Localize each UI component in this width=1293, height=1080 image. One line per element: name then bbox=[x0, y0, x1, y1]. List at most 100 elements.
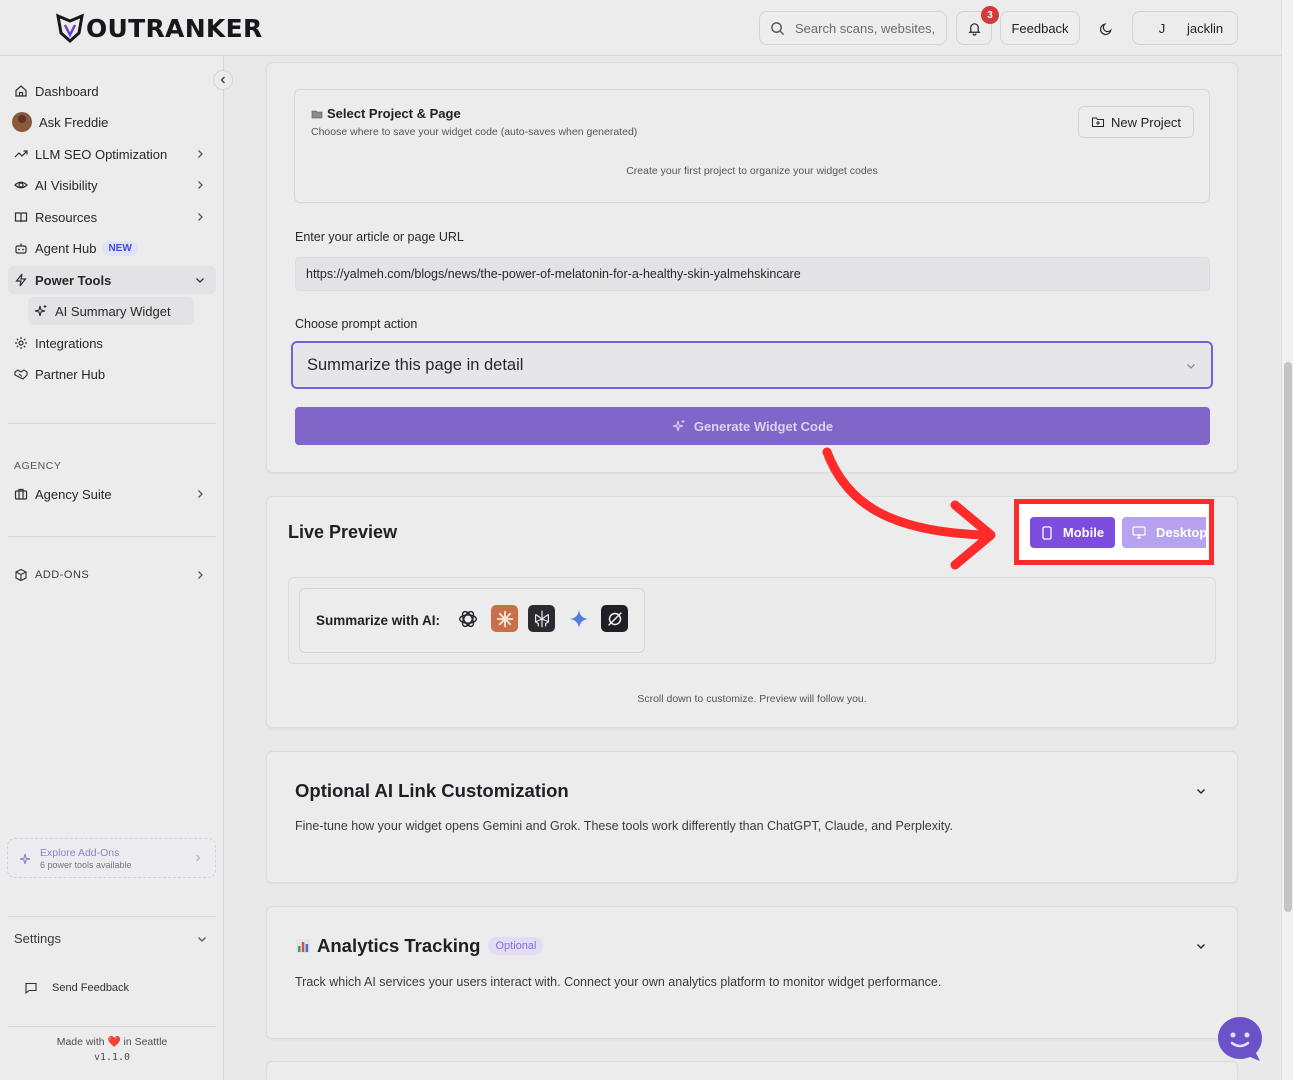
chevron-right-icon bbox=[198, 150, 203, 158]
chevron-down-icon[interactable] bbox=[1195, 940, 1207, 952]
chevron-right-icon bbox=[196, 854, 201, 862]
bot-icon bbox=[15, 243, 27, 254]
explore-title: Explore Add-Ons bbox=[40, 847, 120, 859]
monitor-icon bbox=[1132, 526, 1146, 539]
prompt-action-select[interactable]: Summarize this page in detail bbox=[291, 341, 1213, 389]
logo[interactable]: OUTRANKER bbox=[56, 12, 263, 44]
home-icon bbox=[15, 85, 27, 97]
perplexity-icon[interactable] bbox=[528, 605, 555, 632]
user-name: jacklin bbox=[1187, 20, 1224, 36]
sidebar-item-label: Integrations bbox=[35, 335, 103, 351]
chevron-right-icon bbox=[198, 181, 203, 189]
sidebar-item-integrations[interactable]: Integrations bbox=[8, 329, 216, 357]
user-menu-button[interactable]: J jacklin bbox=[1132, 11, 1238, 45]
made-with-text: Made with ❤️ in Seattle bbox=[56, 1036, 168, 1048]
notification-badge: 3 bbox=[981, 6, 999, 24]
sidebar-item-llm-seo[interactable]: LLM SEO Optimization bbox=[8, 140, 216, 168]
sparkle-icon bbox=[672, 420, 685, 432]
gear-icon bbox=[15, 337, 27, 349]
new-project-button[interactable]: New Project bbox=[1078, 106, 1194, 138]
bell-icon bbox=[967, 22, 981, 36]
sidebar-item-label: Agency Suite bbox=[35, 486, 112, 502]
bar-chart-icon bbox=[296, 939, 310, 953]
sidebar-item-ai-visibility[interactable]: AI Visibility bbox=[8, 171, 216, 199]
sidebar-item-agency-suite[interactable]: Agency Suite bbox=[8, 480, 216, 508]
prompt-field-label: Choose prompt action bbox=[295, 317, 418, 331]
user-avatar: J bbox=[1158, 20, 1166, 36]
message-icon bbox=[25, 982, 37, 995]
sidebar-collapse-button[interactable] bbox=[213, 70, 233, 90]
search-icon bbox=[771, 21, 785, 35]
gemini-icon[interactable] bbox=[565, 605, 592, 632]
theme-toggle-button[interactable] bbox=[1090, 11, 1122, 45]
chevron-down-icon bbox=[198, 937, 206, 942]
settings-toggle[interactable]: Settings bbox=[14, 931, 61, 946]
freddie-avatar bbox=[12, 112, 32, 132]
project-section-title: Select Project & Page bbox=[311, 106, 461, 121]
sidebar-item-label: LLM SEO Optimization bbox=[35, 146, 168, 162]
send-feedback-label: Send Feedback bbox=[52, 982, 130, 994]
chevron-left-icon bbox=[220, 76, 225, 84]
chat-widget-icon[interactable] bbox=[1216, 1015, 1264, 1063]
sidebar-item-label: AI Visibility bbox=[35, 177, 98, 193]
zap-icon bbox=[15, 273, 27, 287]
link-customization-title: Optional AI Link Customization bbox=[295, 780, 569, 801]
link-customization-description: Fine-tune how your widget opens Gemini a… bbox=[295, 819, 953, 833]
analytics-tracking-title: Analytics Tracking Optional bbox=[295, 935, 544, 957]
sparkle-icon bbox=[34, 305, 47, 317]
top-header: OUTRANKER 3 Feedback J jacklin bbox=[0, 0, 1281, 56]
analytics-tracking-description: Track which AI services your users inter… bbox=[295, 975, 942, 989]
claude-icon[interactable] bbox=[491, 605, 518, 632]
feedback-button[interactable]: Feedback bbox=[1000, 11, 1080, 45]
sidebar-item-partner-hub[interactable]: Partner Hub bbox=[8, 360, 216, 388]
sidebar-divider bbox=[8, 423, 216, 424]
chevron-down-icon[interactable] bbox=[1195, 785, 1207, 797]
scrollbar-thumb[interactable] bbox=[1284, 362, 1292, 912]
agency-section-label: AGENCY bbox=[14, 460, 62, 472]
desktop-preview-button[interactable]: Desktop bbox=[1122, 517, 1206, 548]
logo-text: OUTRANKER bbox=[86, 13, 263, 43]
project-section-subtitle: Choose where to save your widget code (a… bbox=[311, 126, 638, 138]
sidebar-item-label: AI Summary Widget bbox=[55, 303, 171, 319]
link-customization-card[interactable] bbox=[266, 751, 1238, 883]
addons-section-label: ADD-ONS bbox=[35, 569, 90, 581]
sidebar-item-ai-summary-widget[interactable]: AI Summary Widget bbox=[28, 297, 194, 325]
grok-icon[interactable] bbox=[601, 605, 628, 632]
folder-plus-icon bbox=[1091, 117, 1105, 128]
chevron-right-icon bbox=[198, 213, 203, 221]
explore-addons-card[interactable]: Explore Add-Ons 6 power tools available bbox=[7, 838, 216, 878]
sparkle-icon bbox=[19, 853, 31, 865]
eye-icon bbox=[14, 181, 28, 189]
url-field-label: Enter your article or page URL bbox=[295, 230, 464, 244]
sidebar-item-dashboard[interactable]: Dashboard bbox=[8, 77, 216, 105]
sidebar-divider bbox=[8, 916, 216, 917]
sidebar-item-ask-freddie[interactable]: Ask Freddie bbox=[8, 108, 216, 136]
search-box[interactable] bbox=[759, 11, 947, 45]
sidebar-item-resources[interactable]: Resources bbox=[8, 203, 216, 231]
prompt-action-value: Summarize this page in detail bbox=[307, 355, 524, 374]
sidebar-item-agent-hub[interactable]: Agent Hub NEW bbox=[8, 234, 216, 262]
sidebar-item-label: Resources bbox=[35, 209, 98, 225]
annotation-arrow bbox=[822, 447, 996, 570]
analytics-tracking-card[interactable] bbox=[266, 906, 1238, 1039]
generate-widget-code-button[interactable]: Generate Widget Code bbox=[295, 407, 1210, 445]
sidebar-item-addons[interactable]: ADD-ONS bbox=[8, 561, 216, 589]
next-section-card bbox=[266, 1061, 1238, 1080]
send-feedback-button[interactable]: Send Feedback bbox=[24, 981, 129, 995]
sidebar-item-label: Agent Hub bbox=[35, 240, 97, 256]
search-input[interactable] bbox=[795, 20, 940, 36]
chatgpt-icon[interactable] bbox=[454, 605, 481, 632]
new-badge: NEW bbox=[102, 240, 138, 256]
sidebar-item-power-tools[interactable]: Power Tools bbox=[8, 266, 216, 294]
sidebar-divider bbox=[8, 1026, 216, 1027]
mobile-preview-button[interactable]: Mobile bbox=[1030, 517, 1115, 548]
live-preview-title: Live Preview bbox=[288, 522, 398, 542]
page-scrollbar[interactable] bbox=[1281, 0, 1293, 1080]
smartphone-icon bbox=[1042, 525, 1052, 540]
url-input[interactable] bbox=[295, 257, 1210, 291]
summarize-widget: Summarize with AI: bbox=[299, 588, 645, 653]
briefcase-icon bbox=[14, 488, 28, 500]
project-empty-state: Create your first project to organize yo… bbox=[626, 165, 878, 177]
shield-logo-icon bbox=[56, 13, 84, 43]
optional-badge: Optional bbox=[488, 937, 544, 955]
